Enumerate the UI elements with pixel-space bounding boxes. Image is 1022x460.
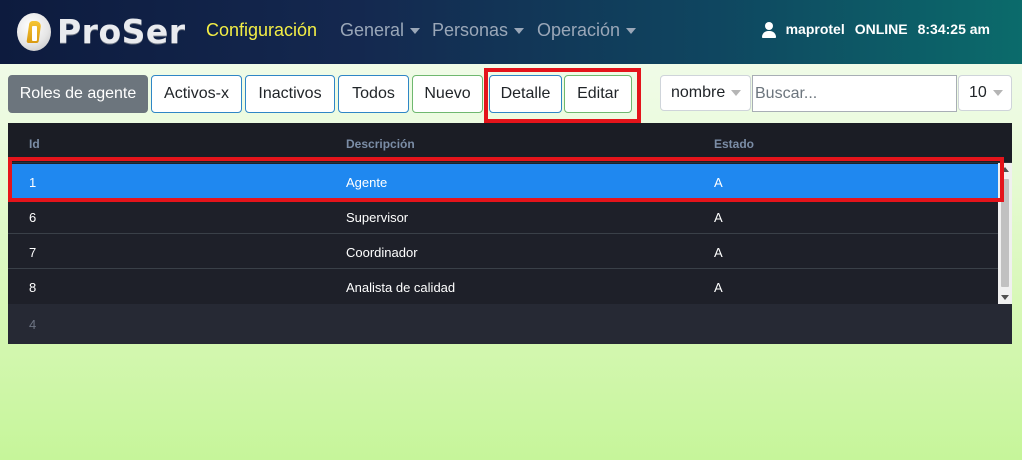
cell-descripcion: Agente bbox=[346, 175, 388, 190]
nav-operacion-label: Operación bbox=[537, 20, 621, 40]
clock-time: 8:34:25 am bbox=[917, 21, 990, 37]
chevron-down-icon bbox=[992, 90, 1003, 96]
table-row[interactable]: 1 Agente A bbox=[8, 164, 998, 199]
table-row[interactable]: 6 Supervisor A bbox=[8, 199, 998, 234]
nav-general[interactable]: General bbox=[340, 20, 421, 41]
page-size-select[interactable]: 10 bbox=[958, 75, 1012, 111]
user-status-area: maprotel ONLINE 8:34:25 am bbox=[761, 21, 990, 38]
cell-id: 7 bbox=[29, 245, 37, 260]
scroll-thumb[interactable] bbox=[1001, 179, 1009, 287]
scroll-down-arrow-icon[interactable] bbox=[1001, 295, 1009, 300]
cell-estado: A bbox=[714, 210, 723, 225]
nav-general-label: General bbox=[340, 20, 405, 40]
inactivos-button[interactable]: Inactivos bbox=[245, 75, 335, 113]
cell-id: 8 bbox=[29, 280, 37, 295]
column-header-descripcion[interactable]: Descripción bbox=[346, 137, 415, 151]
nuevo-button[interactable]: Nuevo bbox=[412, 75, 483, 113]
column-header-estado[interactable]: Estado bbox=[714, 137, 754, 151]
user-icon[interactable] bbox=[761, 21, 776, 38]
username[interactable]: maprotel bbox=[786, 21, 845, 37]
nav-personas-label: Personas bbox=[432, 20, 509, 40]
search-input[interactable] bbox=[752, 75, 957, 112]
table-header: Id Descripción Estado bbox=[8, 123, 1012, 163]
chevron-down-icon bbox=[626, 27, 637, 34]
activos-x-button[interactable]: Activos-x bbox=[151, 75, 242, 113]
chevron-down-icon bbox=[514, 27, 525, 34]
nav-configuracion-label: Configuración bbox=[206, 20, 318, 40]
brand-name: ProSer bbox=[57, 12, 186, 51]
cell-descripcion: Supervisor bbox=[346, 210, 409, 225]
table-row[interactable]: 7 Coordinador A bbox=[8, 234, 998, 269]
record-count: 4 bbox=[29, 317, 37, 332]
column-header-id[interactable]: Id bbox=[29, 137, 40, 151]
cell-estado: A bbox=[714, 280, 723, 295]
cell-descripcion: Coordinador bbox=[346, 245, 418, 260]
editar-button[interactable]: Editar bbox=[564, 75, 632, 113]
nav-configuracion[interactable]: Configuración bbox=[206, 20, 317, 41]
chevron-down-icon bbox=[410, 27, 421, 34]
nav-operacion[interactable]: Operación bbox=[537, 20, 637, 41]
table-footer: 4 bbox=[8, 304, 1012, 344]
cell-id: 1 bbox=[29, 175, 37, 190]
cell-estado: A bbox=[714, 175, 723, 190]
table-row[interactable]: 8 Analista de calidad A bbox=[8, 269, 998, 304]
cell-descripcion: Analista de calidad bbox=[346, 280, 456, 295]
page-size-value: 10 bbox=[969, 84, 987, 101]
proser-logo-icon bbox=[17, 12, 51, 51]
nav-personas[interactable]: Personas bbox=[432, 20, 525, 41]
search-field-value: nombre bbox=[671, 84, 726, 101]
detalle-button[interactable]: Detalle bbox=[489, 75, 562, 113]
search-field-select[interactable]: nombre bbox=[660, 75, 751, 111]
cell-id: 6 bbox=[29, 210, 37, 225]
chevron-down-icon bbox=[731, 90, 742, 96]
todos-button[interactable]: Todos bbox=[338, 75, 409, 113]
roles-table: Id Descripción Estado 1 Agente A 6 Super… bbox=[8, 123, 1012, 344]
brand-logo[interactable]: ProSer bbox=[17, 12, 186, 51]
roles-de-agente-button[interactable]: Roles de agente bbox=[8, 75, 148, 113]
online-status: ONLINE bbox=[854, 21, 908, 37]
table-scrollbar[interactable] bbox=[998, 163, 1012, 304]
cell-estado: A bbox=[714, 245, 723, 260]
top-navbar: ProSer Configuración General Personas Op… bbox=[0, 0, 1022, 64]
scroll-up-arrow-icon[interactable] bbox=[1001, 167, 1009, 172]
